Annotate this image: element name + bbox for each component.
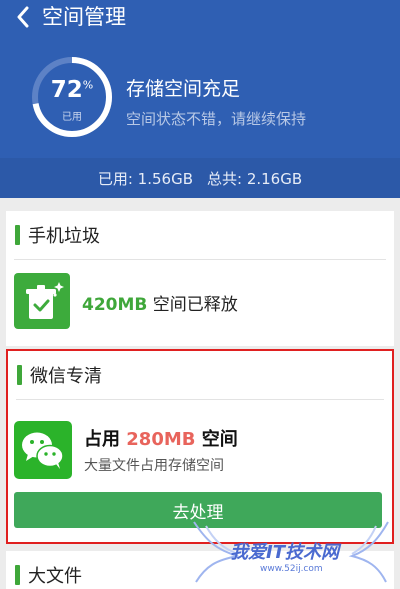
junk-section-title: 手机垃圾 — [28, 226, 100, 247]
trash-bin-icon — [14, 273, 70, 329]
usage-used: 已用: 1.56GB — [97, 169, 193, 188]
status-subtitle: 空间状态不错，请继续保持 — [126, 110, 307, 128]
junk-released-text: 420MB 空间已释放 — [82, 295, 238, 315]
wechat-description: 大量文件占用存储空间 — [84, 458, 224, 474]
wechat-occupy-text: 占用 280MB 空间 — [84, 429, 238, 450]
wechat-card: 微信专清 占用 280MB 空间 大量文件占用存储空间 去处理 — [6, 349, 394, 544]
storage-ring: 72% 已用 — [30, 55, 114, 139]
wechat-icon — [14, 421, 72, 479]
page-title: 空间管理 — [42, 5, 126, 29]
status-title: 存储空间充足 — [126, 78, 241, 100]
wechat-section-header: 微信专清 — [8, 351, 392, 399]
junk-section-header: 手机垃圾 — [6, 211, 394, 259]
header: 空间管理 72% 已用 存储空间充足 空间状态不错，请继续保持 已用: 1.56… — [0, 0, 400, 198]
divider — [16, 399, 384, 400]
storage-percent: 72% — [50, 77, 94, 103]
section-marker — [15, 565, 20, 585]
top-bar: 空间管理 — [0, 0, 400, 34]
section-marker — [17, 365, 22, 385]
back-button[interactable] — [12, 4, 34, 30]
divider — [14, 259, 386, 260]
usage-total: 总共: 2.16GB — [207, 169, 303, 188]
usage-bar: 已用: 1.56GB 总共: 2.16GB — [0, 158, 400, 198]
chevron-left-icon — [17, 6, 29, 28]
section-marker — [15, 225, 20, 245]
wechat-section-title: 微信专清 — [30, 366, 102, 387]
junk-card[interactable]: 手机垃圾 420MB 空间已释放 — [6, 211, 394, 346]
bigfile-section-title: 大文件 — [28, 566, 82, 587]
site-watermark: 我爱IT技术网 www.52ij.com — [186, 520, 396, 586]
storage-used-label: 已用 — [62, 112, 82, 123]
